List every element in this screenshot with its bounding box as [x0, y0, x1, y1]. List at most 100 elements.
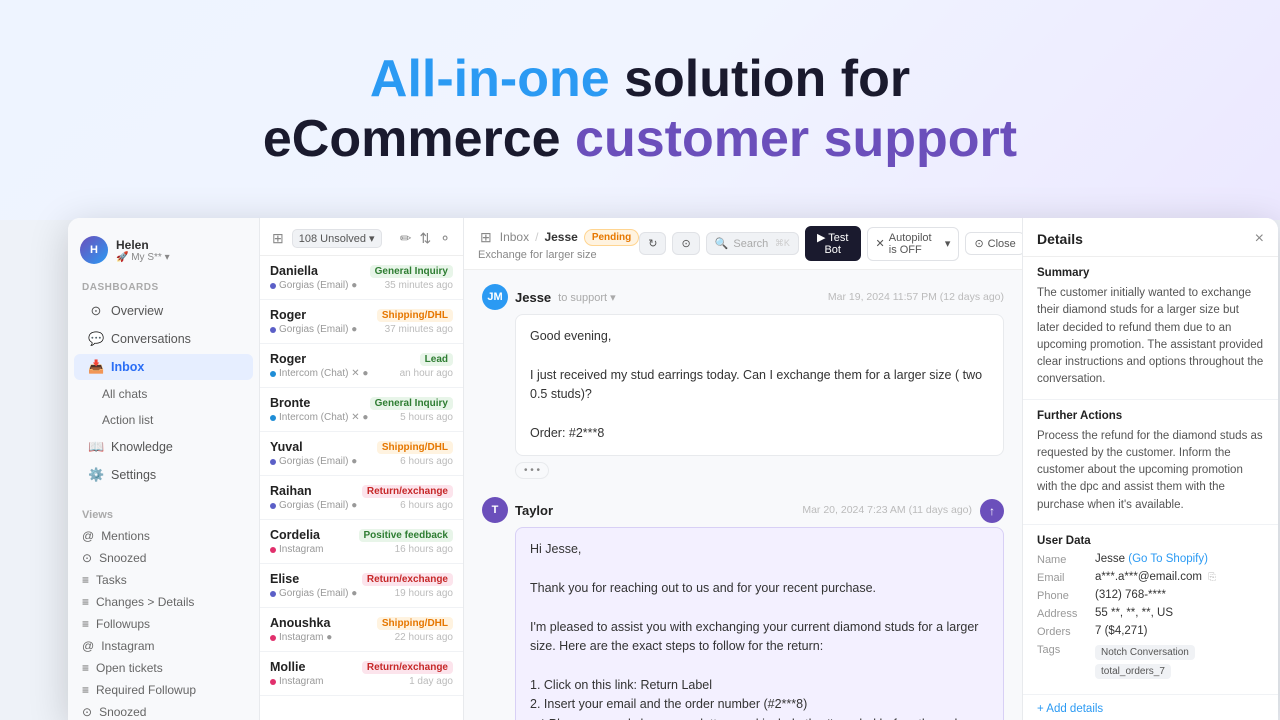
- sidebar-view-changes[interactable]: ≡Changes > Details: [68, 591, 259, 613]
- conversations-icon: 💬: [88, 331, 104, 347]
- sidebar-view-required-followup[interactable]: ≡Required Followup: [68, 679, 259, 701]
- inbox-item-tag: Shipping/DHL: [377, 441, 453, 454]
- inbox-item-source: Gorgias (Email) ●: [270, 280, 357, 291]
- inbox-list-item[interactable]: Elise Return/exchange Gorgias (Email) ● …: [260, 564, 463, 608]
- chevron-down-icon: ▾: [369, 232, 375, 245]
- sidebar-item-settings[interactable]: ⚙️ Settings: [74, 462, 253, 488]
- sidebar-view-snoozed2[interactable]: ⊙Snoozed: [68, 701, 259, 720]
- user-data-row-phone: Phone (312) 768-****: [1037, 589, 1264, 602]
- inbox-list-item[interactable]: Raihan Return/exchange Gorgias (Email) ●…: [260, 476, 463, 520]
- sort-button[interactable]: ⇅: [418, 228, 434, 249]
- inbox-list-item[interactable]: Daniella General Inquiry Gorgias (Email)…: [260, 256, 463, 300]
- inbox-count-button[interactable]: 108 Unsolved ▾: [292, 229, 382, 248]
- sidebar-item-label: Knowledge: [111, 440, 173, 454]
- further-actions-title: Further Actions: [1037, 410, 1264, 422]
- inbox-list-item[interactable]: Mollie Return/exchange Instagram 1 day a…: [260, 652, 463, 696]
- msg-sender-name: Taylor: [515, 503, 553, 518]
- sidebar-dashboards-label: Dashboards: [68, 274, 259, 297]
- user-data-row-email: Email a***.a***@email.com ⎘: [1037, 571, 1264, 584]
- sidebar-view-mentions[interactable]: @Mentions: [68, 525, 259, 547]
- copy-icon[interactable]: ⎘: [1208, 572, 1216, 583]
- sidebar-item-label: Action list: [102, 413, 153, 427]
- panel-toggle-icon[interactable]: ⊞: [270, 228, 286, 249]
- inbox-list-item[interactable]: Roger Lead Intercom (Chat) ✕ ● an hour a…: [260, 344, 463, 388]
- inbox-item-name: Raihan: [270, 484, 312, 498]
- test-bot-button[interactable]: ▶ Test Bot: [805, 226, 861, 261]
- inbox-item-tag: General Inquiry: [370, 397, 453, 410]
- instagram-icon: @: [82, 639, 94, 653]
- avatar-taylor: T: [482, 497, 508, 523]
- inbox-item-source: Gorgias (Email) ●: [270, 500, 357, 511]
- search-box[interactable]: 🔍 Search ⌘K: [706, 232, 799, 255]
- sidebar: H Helen 🚀 My S** ▾ Dashboards ⊙ Overview…: [68, 218, 260, 720]
- message-header: JM Jesse to support ▾ Mar 19, 2024 11:57…: [482, 284, 1004, 310]
- inbox-list-scroll[interactable]: Daniella General Inquiry Gorgias (Email)…: [260, 256, 463, 720]
- history-button[interactable]: ⊙: [672, 232, 699, 255]
- user-data-row-name: Name Jesse (Go To Shopify): [1037, 553, 1264, 566]
- sidebar-item-label: Inbox: [111, 360, 144, 374]
- inbox-item-source: Gorgias (Email) ●: [270, 324, 357, 335]
- inbox-item-time: 1 day ago: [409, 676, 453, 687]
- message-block: T Taylor Mar 20, 2024 7:23 AM (11 days a…: [482, 497, 1004, 720]
- inbox-item-name: Yuval: [270, 440, 303, 454]
- filter-button[interactable]: ⚬: [437, 228, 453, 249]
- inbox-item-source: Intercom (Chat) ✕ ●: [270, 412, 368, 423]
- inbox-list-item[interactable]: Yuval Shipping/DHL Gorgias (Email) ● 6 h…: [260, 432, 463, 476]
- sidebar-user[interactable]: H Helen 🚀 My S** ▾: [68, 230, 259, 274]
- inbox-item-time: 6 hours ago: [400, 500, 453, 511]
- sidebar-view-snoozed[interactable]: ⊙Snoozed: [68, 547, 259, 569]
- inbox-item-source: Instagram: [270, 676, 323, 687]
- conversation-body[interactable]: JM Jesse to support ▾ Mar 19, 2024 11:57…: [464, 270, 1022, 720]
- search-icon: 🔍: [715, 237, 729, 250]
- reaction-button[interactable]: • • •: [515, 462, 549, 479]
- add-details-button[interactable]: + Add details: [1023, 695, 1278, 720]
- autopilot-button[interactable]: ✕ Autopilot is OFF ▾: [867, 227, 960, 261]
- msg-time: Mar 19, 2024 11:57 PM (12 days ago): [828, 291, 1004, 303]
- sidebar-item-all-chats[interactable]: All chats: [74, 382, 253, 406]
- inbox-list-item[interactable]: Anoushka Shipping/DHL Instagram ● 22 hou…: [260, 608, 463, 652]
- sidebar-user-sub: 🚀 My S** ▾: [116, 252, 170, 263]
- app-window: H Helen 🚀 My S** ▾ Dashboards ⊙ Overview…: [68, 218, 1278, 720]
- details-close-button[interactable]: ×: [1255, 230, 1264, 248]
- summary-text: The customer initially wanted to exchang…: [1037, 285, 1264, 389]
- field-value-address: 55 **, **, **, US: [1095, 607, 1264, 619]
- inbox-item-name: Roger: [270, 308, 306, 322]
- inbox-list-item[interactable]: Cordelia Positive feedback Instagram 16 …: [260, 520, 463, 564]
- send-arrow-icon[interactable]: ↑: [980, 499, 1004, 523]
- conversation-subject: Exchange for larger size: [478, 248, 639, 261]
- sidebar-views-label: Views: [68, 501, 259, 525]
- sidebar-item-conversations[interactable]: 💬 Conversations: [74, 326, 253, 352]
- details-header: Details ×: [1023, 218, 1278, 257]
- sidebar-item-inbox[interactable]: 📥 Inbox: [74, 354, 253, 380]
- message-bubble-taylor: Hi Jesse, Thank you for reaching out to …: [515, 527, 1004, 720]
- inbox-list-item[interactable]: Bronte General Inquiry Intercom (Chat) ✕…: [260, 388, 463, 432]
- inbox-item-source: Instagram ●: [270, 632, 332, 643]
- sidebar-view-followups[interactable]: ≡Followups: [68, 613, 259, 635]
- refresh-button[interactable]: ↻: [639, 232, 666, 255]
- status-badge: Pending: [584, 229, 639, 246]
- sidebar-item-knowledge[interactable]: 📖 Knowledge: [74, 434, 253, 460]
- close-button[interactable]: ⊙ Close: [965, 232, 1022, 255]
- sidebar-view-instagram[interactable]: @Instagram: [68, 635, 259, 657]
- field-label: Address: [1037, 607, 1089, 620]
- sidebar-view-tasks[interactable]: ≡Tasks: [68, 569, 259, 591]
- at-icon: @: [82, 529, 94, 543]
- avatar-jesse: JM: [482, 284, 508, 310]
- inbox-item-time: 19 hours ago: [395, 588, 453, 599]
- sidebar-view-open-tickets[interactable]: ≡Open tickets: [68, 657, 259, 679]
- inbox-item-name: Cordelia: [270, 528, 320, 542]
- sidebar-toggle-icon[interactable]: ⊞: [478, 227, 494, 248]
- snoozed-icon: ⊙: [82, 551, 92, 565]
- sidebar-item-label: All chats: [102, 387, 147, 401]
- sidebar-username: Helen: [116, 238, 170, 252]
- sidebar-item-overview[interactable]: ⊙ Overview: [74, 298, 253, 324]
- inbox-item-source: Gorgias (Email) ●: [270, 588, 357, 599]
- inbox-list-item[interactable]: Roger Shipping/DHL Gorgias (Email) ● 37 …: [260, 300, 463, 344]
- sidebar-item-action-list[interactable]: Action list: [74, 408, 253, 432]
- msg-sender-name: Jesse: [515, 290, 551, 305]
- compose-button[interactable]: ✏: [398, 228, 414, 249]
- inbox-icon: 📥: [88, 359, 104, 375]
- shopify-link[interactable]: (Go To Shopify): [1128, 553, 1208, 565]
- summary-title: Summary: [1037, 267, 1264, 279]
- close-icon: ✕: [876, 237, 885, 250]
